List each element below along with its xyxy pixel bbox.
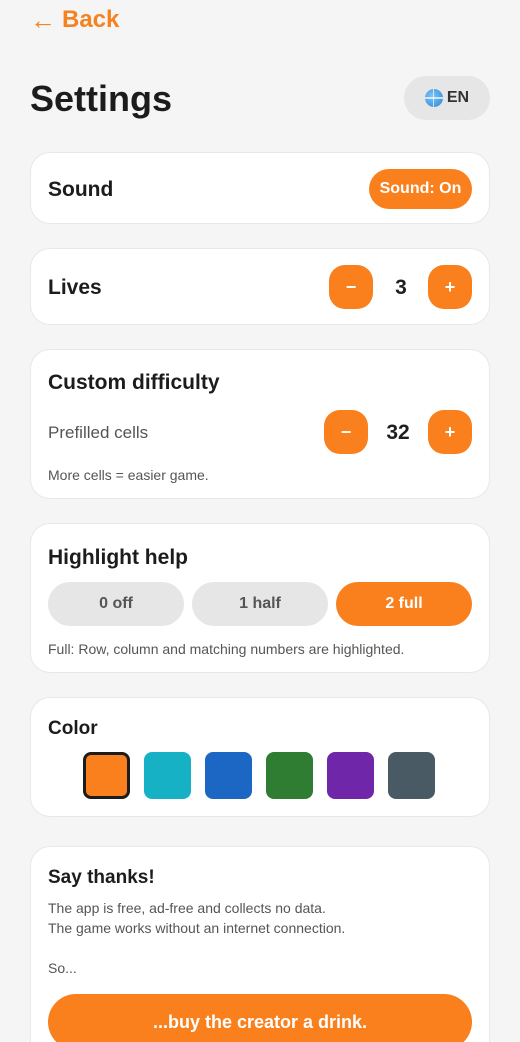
prefilled-value: 32 [386, 421, 410, 444]
color-swatch[interactable] [205, 752, 252, 799]
difficulty-title: Custom difficulty [48, 371, 220, 394]
highlight-option-half[interactable]: 1 half [192, 582, 328, 626]
buy-drink-button[interactable]: ...buy the creator a drink. [48, 994, 472, 1042]
back-button[interactable]: ← Back [30, 6, 119, 34]
sound-title: Sound [48, 178, 114, 201]
sound-toggle-button[interactable]: Sound: On [369, 169, 472, 209]
color-title: Color [48, 718, 98, 739]
color-swatch[interactable] [83, 752, 130, 799]
globe-icon [424, 89, 443, 107]
sound-card: Sound Sound: On [30, 152, 490, 224]
difficulty-card: Custom difficulty Prefilled cells − 32 +… [30, 349, 490, 499]
prefilled-increase-button[interactable]: + [428, 410, 472, 454]
back-arrow-icon: ← [30, 5, 56, 35]
thanks-line-1: The app is free, ad-free and collects no… [48, 900, 326, 916]
thanks-line-2: The game works without an internet conne… [48, 920, 346, 936]
color-swatch[interactable] [266, 752, 313, 799]
back-label: Back [62, 6, 120, 33]
lives-increase-button[interactable]: + [428, 265, 472, 309]
thanks-title: Say thanks! [48, 867, 155, 888]
color-swatch[interactable] [327, 752, 374, 799]
language-label: EN [446, 89, 470, 106]
highlight-description: Full: Row, column and matching numbers a… [48, 641, 405, 657]
thanks-line-3: So... [48, 960, 77, 976]
color-card: Color [30, 697, 490, 817]
difficulty-hint: More cells = easier game. [48, 467, 209, 483]
lives-title: Lives [48, 276, 102, 299]
prefilled-decrease-button[interactable]: − [324, 410, 368, 454]
lives-value: 3 [395, 276, 407, 299]
highlight-option-off[interactable]: 0 off [48, 582, 184, 626]
highlight-option-full[interactable]: 2 full [336, 582, 472, 626]
thanks-card: Say thanks! The app is free, ad-free and… [30, 846, 490, 1042]
color-swatch[interactable] [144, 752, 191, 799]
lives-card: Lives − 3 + [30, 248, 490, 325]
highlight-card: Highlight help 0 off 1 half 2 full Full:… [30, 523, 490, 673]
prefilled-cells-label: Prefilled cells [48, 423, 149, 442]
lives-decrease-button[interactable]: − [329, 265, 373, 309]
color-swatch[interactable] [388, 752, 435, 799]
page-title: Settings [30, 78, 173, 119]
highlight-title: Highlight help [48, 546, 188, 569]
language-button[interactable]: EN [404, 76, 490, 120]
